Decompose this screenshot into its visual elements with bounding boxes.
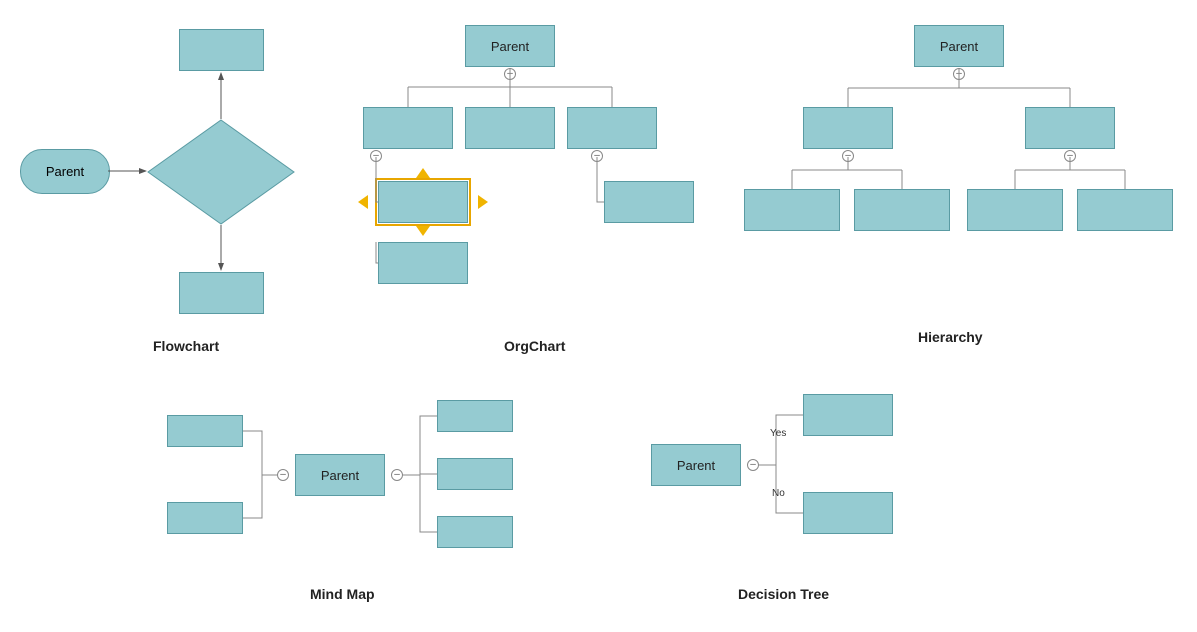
- mindmap-title: Mind Map: [310, 586, 375, 602]
- decisiontree-connectors: [640, 380, 920, 550]
- edge-label-yes: Yes: [770, 428, 786, 439]
- hierarchy-title: Hierarchy: [918, 329, 983, 345]
- orgchart-connectors: [350, 20, 710, 310]
- flowchart-connectors: [0, 0, 350, 340]
- orgchart-title: OrgChart: [504, 338, 565, 354]
- decisiontree-title: Decision Tree: [738, 586, 829, 602]
- edge-label-no: No: [772, 488, 785, 499]
- flowchart-title: Flowchart: [153, 338, 219, 354]
- hierarchy-connectors: [730, 20, 1190, 240]
- mindmap-connectors: [150, 390, 550, 570]
